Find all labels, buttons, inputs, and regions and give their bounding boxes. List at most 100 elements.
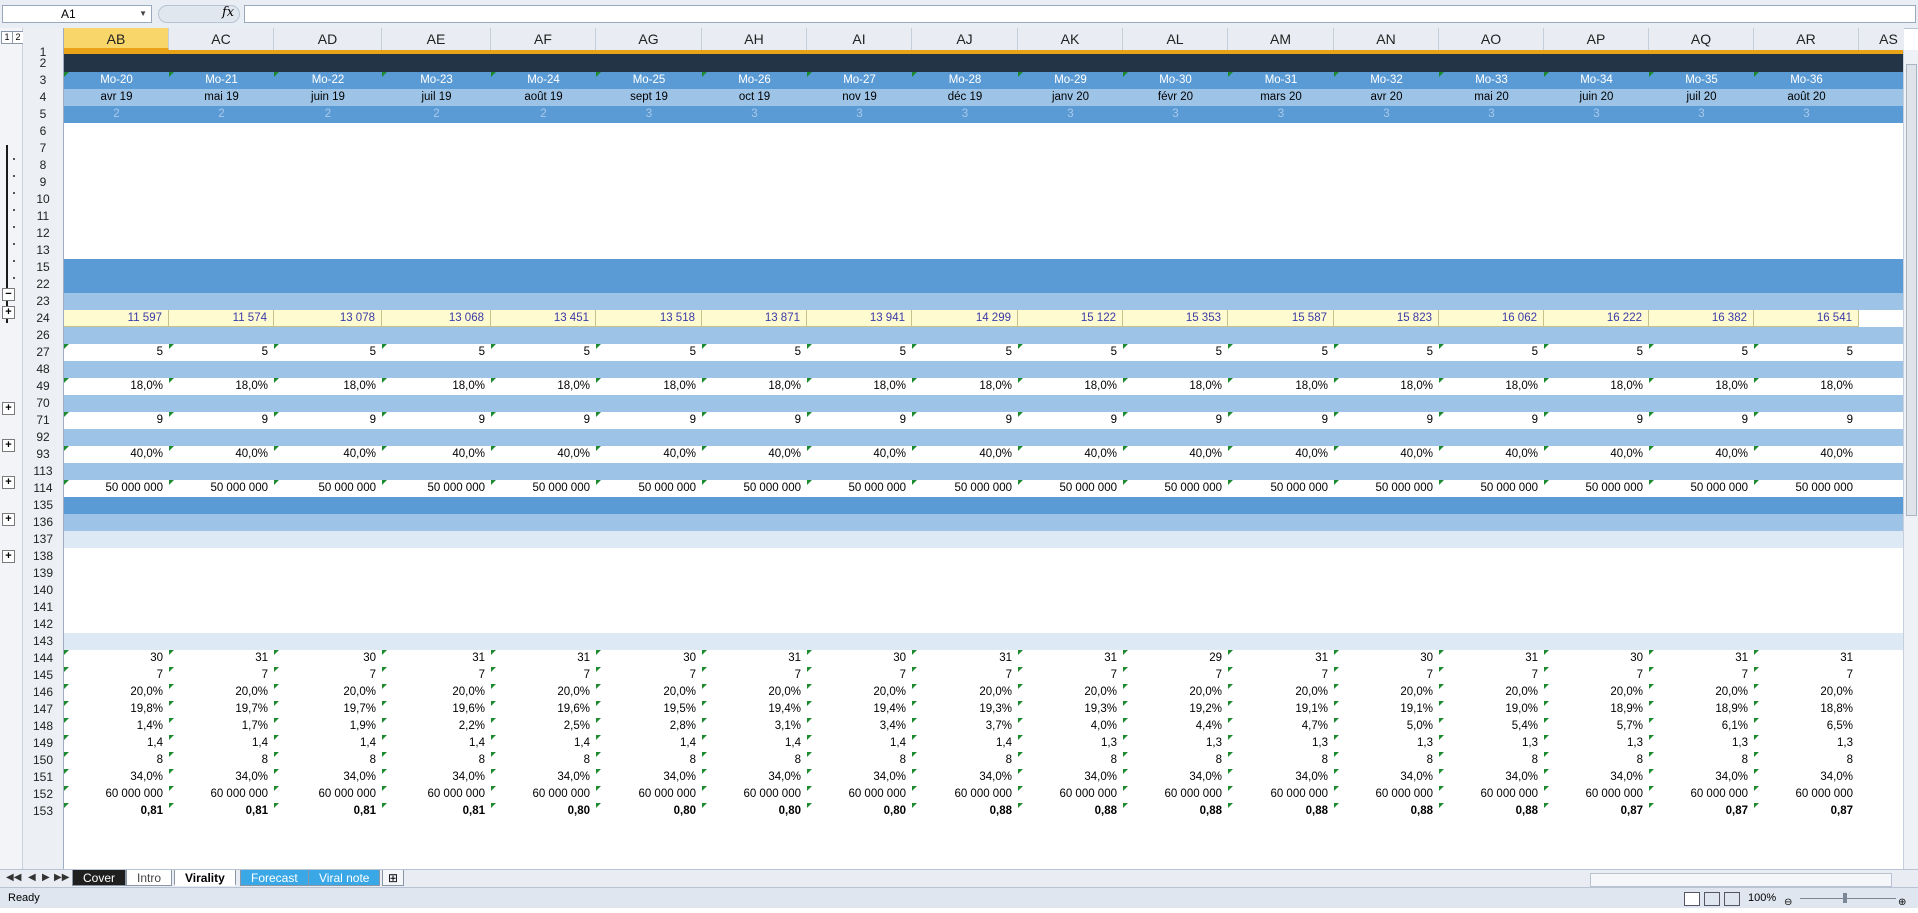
cell-an149[interactable]: 1,3 bbox=[1334, 735, 1439, 752]
cell-an150[interactable]: 8 bbox=[1334, 752, 1439, 769]
page-layout-view-icon[interactable] bbox=[1704, 892, 1720, 906]
cell-ak149[interactable]: 1,3 bbox=[1018, 735, 1123, 752]
row-header-12[interactable]: 12 bbox=[23, 225, 63, 242]
chevron-down-icon[interactable]: ▼ bbox=[139, 6, 147, 22]
cell-ab71[interactable]: 9 bbox=[64, 412, 169, 429]
horizontal-scrollbar[interactable] bbox=[1590, 873, 1892, 887]
cell-ah146[interactable]: 20,0% bbox=[702, 684, 807, 701]
cell-ab149[interactable]: 1,4 bbox=[64, 735, 169, 752]
cell-ao4[interactable]: mai 20 bbox=[1439, 89, 1544, 106]
cell-aj144[interactable]: 31 bbox=[912, 650, 1018, 667]
column-header-as[interactable]: AS bbox=[1859, 28, 1918, 50]
cell-ap145[interactable]: 7 bbox=[1544, 667, 1649, 684]
cell-ar151[interactable]: 34,0% bbox=[1754, 769, 1859, 786]
cell-ak151[interactable]: 34,0% bbox=[1018, 769, 1123, 786]
name-box[interactable]: A1 ▼ bbox=[2, 5, 152, 23]
cell-ad3[interactable]: Mo-22 bbox=[274, 72, 382, 89]
cell-ak148[interactable]: 4,0% bbox=[1018, 718, 1123, 735]
cell-am152[interactable]: 60 000 000 bbox=[1228, 786, 1334, 803]
cell-aq145[interactable]: 7 bbox=[1649, 667, 1754, 684]
row-header-6[interactable]: 6 bbox=[23, 123, 63, 140]
cell-af114[interactable]: 50 000 000 bbox=[491, 480, 596, 497]
cell-ag144[interactable]: 30 bbox=[596, 650, 702, 667]
cell-ah153[interactable]: 0,80 bbox=[702, 803, 807, 820]
cell-ah49[interactable]: 18,0% bbox=[702, 378, 807, 395]
sheet-grid[interactable]: Mo-20 Mo-21 Mo-22 Mo-23 Mo-24 Mo-25 Mo-26 Mo-27… bbox=[64, 50, 1904, 869]
row-header-8[interactable]: 8 bbox=[23, 157, 63, 174]
cell-ac151[interactable]: 34,0% bbox=[169, 769, 274, 786]
cell-ap146[interactable]: 20,0% bbox=[1544, 684, 1649, 701]
first-sheet-arrow-icon[interactable]: ◀◀ bbox=[6, 872, 21, 883]
cell-ag148[interactable]: 2,8% bbox=[596, 718, 702, 735]
cell-al24[interactable]: 15 353 bbox=[1123, 310, 1228, 327]
row-header-152[interactable]: 152 bbox=[23, 786, 63, 803]
cell-ab5[interactable]: 2 bbox=[64, 106, 169, 123]
cell-am146[interactable]: 20,0% bbox=[1228, 684, 1334, 701]
cell-ad24[interactable]: 13 078 bbox=[274, 310, 382, 327]
cell-ar114[interactable]: 50 000 000 bbox=[1754, 480, 1859, 497]
cell-ac24[interactable]: 11 574 bbox=[169, 310, 274, 327]
cell-af49[interactable]: 18,0% bbox=[491, 378, 596, 395]
row-header-135[interactable]: 135 bbox=[23, 497, 63, 514]
cell-ae148[interactable]: 2,2% bbox=[382, 718, 491, 735]
cell-aq4[interactable]: juil 20 bbox=[1649, 89, 1754, 106]
cell-af150[interactable]: 8 bbox=[491, 752, 596, 769]
cell-ap151[interactable]: 34,0% bbox=[1544, 769, 1649, 786]
cell-am93[interactable]: 40,0% bbox=[1228, 446, 1334, 463]
cell-ak3[interactable]: Mo-29 bbox=[1018, 72, 1123, 89]
cell-ad151[interactable]: 34,0% bbox=[274, 769, 382, 786]
cell-ak49[interactable]: 18,0% bbox=[1018, 378, 1123, 395]
cell-ap24[interactable]: 16 222 bbox=[1544, 310, 1649, 327]
collapse-group-button[interactable]: − bbox=[2, 288, 15, 301]
cell-ac147[interactable]: 19,7% bbox=[169, 701, 274, 718]
cell-ao3[interactable]: Mo-33 bbox=[1439, 72, 1544, 89]
row-header-92[interactable]: 92 bbox=[23, 429, 63, 446]
insert-sheet-icon[interactable]: ⊞ bbox=[382, 870, 405, 886]
cell-aj24[interactable]: 14 299 bbox=[912, 310, 1018, 327]
cell-ad152[interactable]: 60 000 000 bbox=[274, 786, 382, 803]
column-header-ak[interactable]: AK bbox=[1018, 28, 1123, 50]
cell-al4[interactable]: févr 20 bbox=[1123, 89, 1228, 106]
cell-ag3[interactable]: Mo-25 bbox=[596, 72, 702, 89]
cell-al3[interactable]: Mo-30 bbox=[1123, 72, 1228, 89]
cell-am144[interactable]: 31 bbox=[1228, 650, 1334, 667]
cell-ar148[interactable]: 6,5% bbox=[1754, 718, 1859, 735]
cell-al146[interactable]: 20,0% bbox=[1123, 684, 1228, 701]
cell-aq71[interactable]: 9 bbox=[1649, 412, 1754, 429]
row-header-140[interactable]: 140 bbox=[23, 582, 63, 599]
cell-af147[interactable]: 19,6% bbox=[491, 701, 596, 718]
cell-aq153[interactable]: 0,87 bbox=[1649, 803, 1754, 820]
column-header-ae[interactable]: AE bbox=[382, 28, 491, 50]
cell-ai150[interactable]: 8 bbox=[807, 752, 912, 769]
cell-ao151[interactable]: 34,0% bbox=[1439, 769, 1544, 786]
cell-an147[interactable]: 19,1% bbox=[1334, 701, 1439, 718]
cell-al27[interactable]: 5 bbox=[1123, 344, 1228, 361]
row-header-148[interactable]: 148 bbox=[23, 718, 63, 735]
cell-ad148[interactable]: 1,9% bbox=[274, 718, 382, 735]
row-header-139[interactable]: 139 bbox=[23, 565, 63, 582]
cell-ae4[interactable]: juil 19 bbox=[382, 89, 491, 106]
cell-ae146[interactable]: 20,0% bbox=[382, 684, 491, 701]
cell-aj152[interactable]: 60 000 000 bbox=[912, 786, 1018, 803]
cell-ae114[interactable]: 50 000 000 bbox=[382, 480, 491, 497]
row-header-146[interactable]: 146 bbox=[23, 684, 63, 701]
cell-ac71[interactable]: 9 bbox=[169, 412, 274, 429]
cell-ar5[interactable]: 3 bbox=[1754, 106, 1859, 123]
row-header-137[interactable]: 137 bbox=[23, 531, 63, 548]
cell-ap149[interactable]: 1,3 bbox=[1544, 735, 1649, 752]
cell-ag152[interactable]: 60 000 000 bbox=[596, 786, 702, 803]
cell-aq3[interactable]: Mo-35 bbox=[1649, 72, 1754, 89]
cell-aq149[interactable]: 1,3 bbox=[1649, 735, 1754, 752]
cell-ad49[interactable]: 18,0% bbox=[274, 378, 382, 395]
cell-ak145[interactable]: 7 bbox=[1018, 667, 1123, 684]
row-header-147[interactable]: 147 bbox=[23, 701, 63, 718]
zoom-in-icon[interactable]: ⊕ bbox=[1898, 893, 1906, 913]
cell-ar27[interactable]: 5 bbox=[1754, 344, 1859, 361]
cell-ao150[interactable]: 8 bbox=[1439, 752, 1544, 769]
cell-ad5[interactable]: 2 bbox=[274, 106, 382, 123]
cell-am49[interactable]: 18,0% bbox=[1228, 378, 1334, 395]
cell-ab114[interactable]: 50 000 000 bbox=[64, 480, 169, 497]
expand-group-button[interactable]: + bbox=[2, 513, 15, 526]
cell-ai3[interactable]: Mo-27 bbox=[807, 72, 912, 89]
row-header-49[interactable]: 49 bbox=[23, 378, 63, 395]
